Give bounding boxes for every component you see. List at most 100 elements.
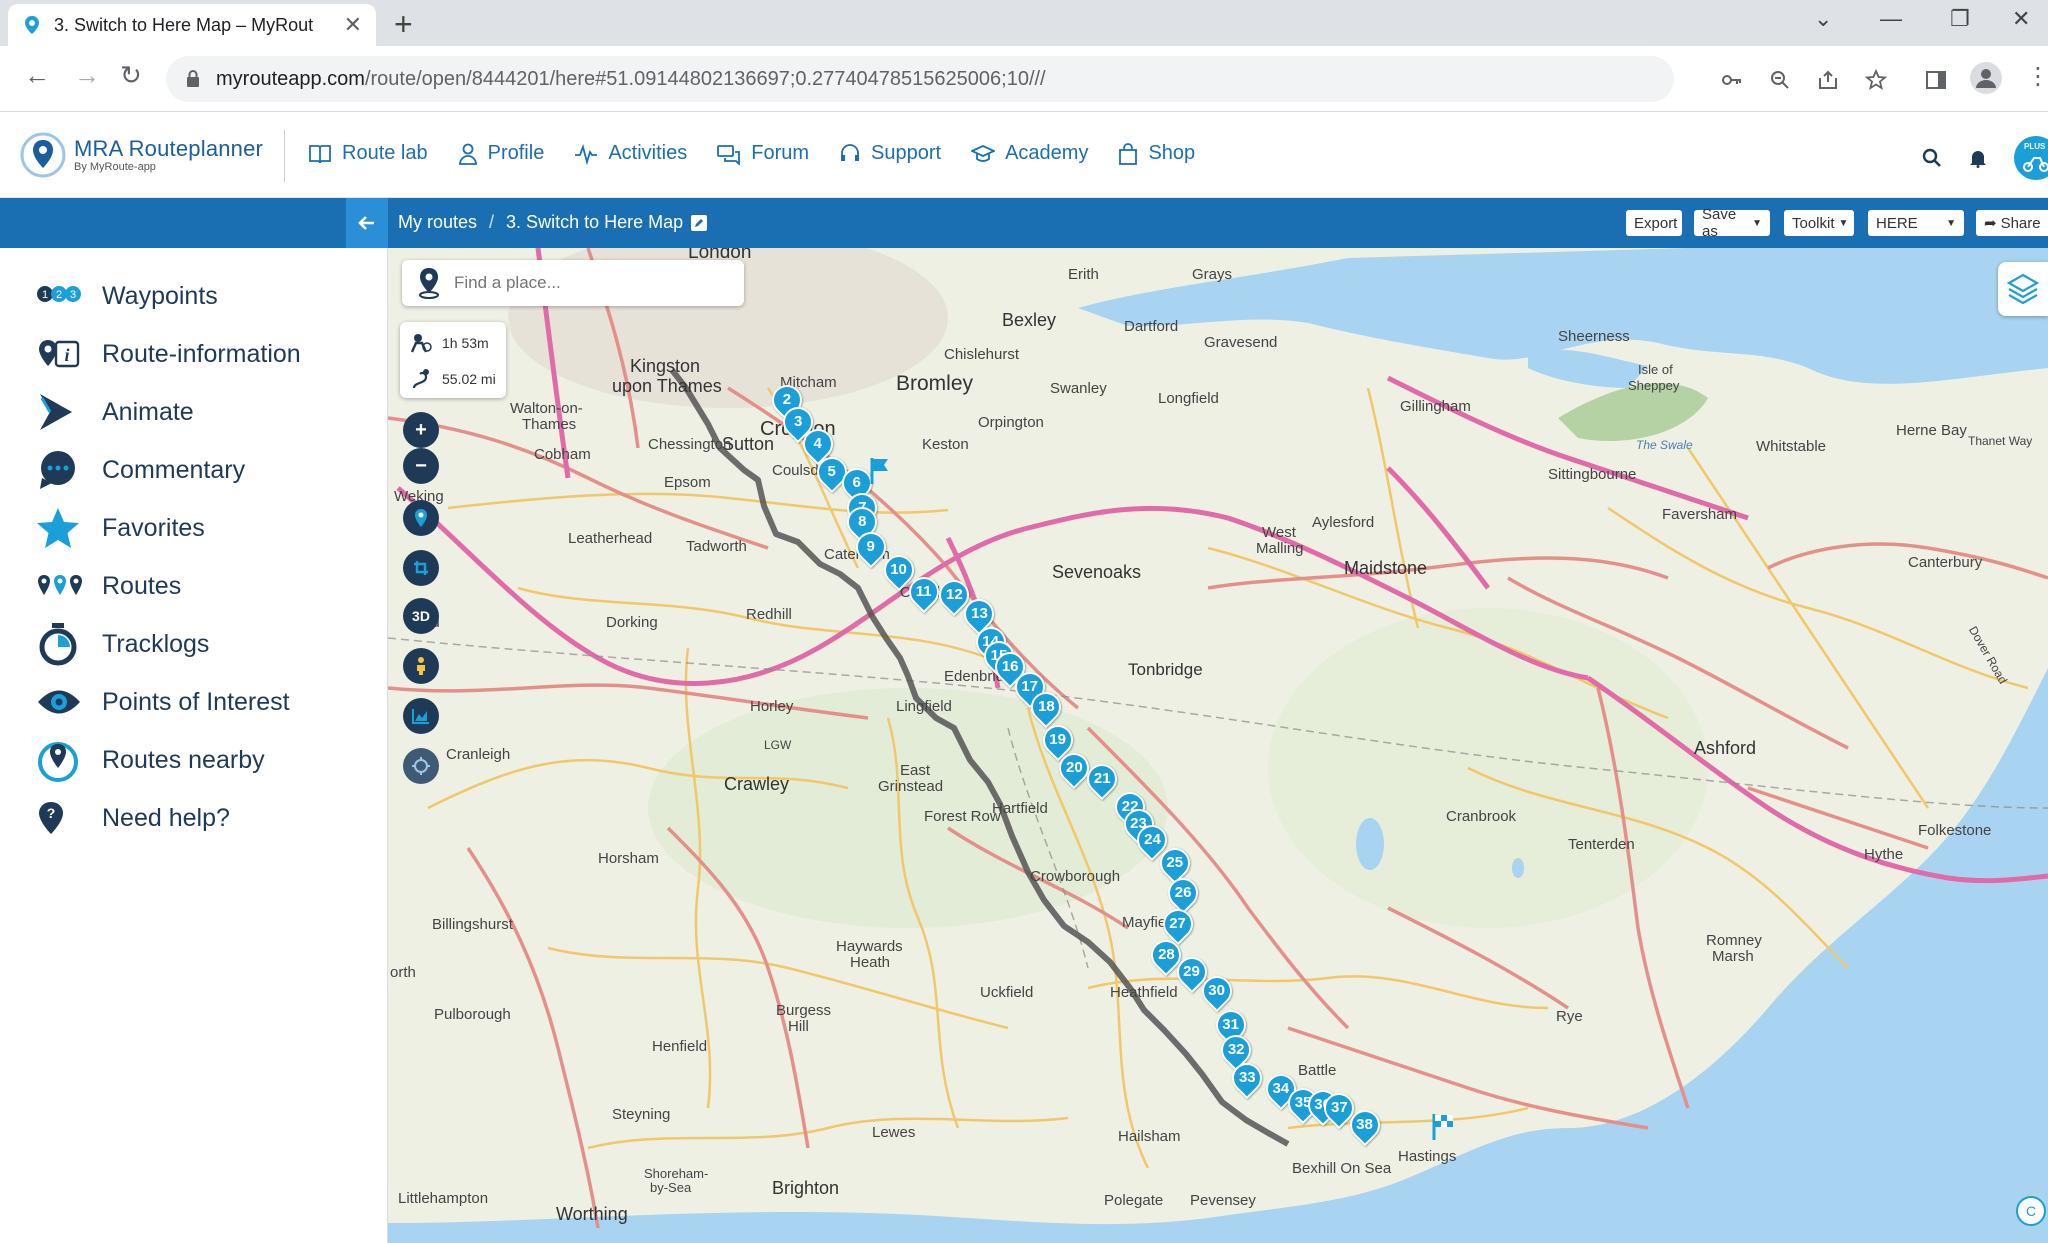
- place-label: Cranleigh: [446, 746, 511, 763]
- profile-avatar-icon[interactable]: [1970, 62, 2002, 94]
- waypoint-number: 21: [1093, 770, 1111, 788]
- place-label: Redhill: [746, 606, 792, 623]
- nav-academy[interactable]: Academy: [971, 142, 1088, 165]
- 3d-view-button[interactable]: 3D: [403, 598, 439, 634]
- map-layers-button[interactable]: [1998, 262, 2048, 316]
- place-label: Thames: [522, 416, 577, 433]
- help-icon: ?: [39, 802, 63, 834]
- locate-me-button[interactable]: [403, 748, 439, 784]
- forward-icon[interactable]: →: [74, 60, 100, 91]
- browser-menu-icon[interactable]: ⋮: [2026, 62, 2048, 91]
- place-label: Henfield: [652, 1038, 708, 1055]
- nav-forum[interactable]: Forum: [717, 142, 809, 165]
- tab-title: 3. Switch to Here Map – MyRout: [54, 14, 314, 35]
- export-button[interactable]: Export: [1626, 210, 1682, 236]
- sidebar-item-routes[interactable]: Routes: [36, 566, 181, 606]
- finish-flag-icon[interactable]: [1432, 1112, 1456, 1142]
- nav-route-lab[interactable]: Route lab: [308, 142, 428, 165]
- map-provider-select[interactable]: HERE ▼: [1868, 210, 1964, 236]
- bell-icon[interactable]: [1968, 148, 1988, 168]
- browser-tab[interactable]: 3. Switch to Here Map – MyRout ✕: [8, 4, 376, 46]
- restore-icon[interactable]: ❐: [1950, 6, 1970, 32]
- zoom-in-button[interactable]: +: [403, 412, 439, 448]
- sidebar-item-routes-nearby[interactable]: Routes nearby: [36, 740, 265, 782]
- add-location-button[interactable]: [403, 500, 439, 536]
- address-bar[interactable]: myrouteapp.com/route/open/8444201/here#5…: [166, 56, 1674, 102]
- waypoint-number: 32: [1227, 1040, 1245, 1058]
- zoom-out-button[interactable]: −: [403, 448, 439, 484]
- new-tab-icon[interactable]: +: [394, 6, 413, 43]
- share-page-icon[interactable]: [1816, 68, 1840, 92]
- mra-logo[interactable]: MRA Routeplanner By MyRoute-app: [20, 132, 270, 178]
- tab-search-icon[interactable]: ⌄: [1814, 6, 1832, 32]
- search-icon[interactable]: [1922, 148, 1942, 168]
- route-stats: 1h 53m 55.02 mi: [400, 322, 506, 398]
- breadcrumb: My routes / 3. Switch to Here Map: [398, 212, 708, 233]
- waypoint-marker[interactable]: 30: [1195, 969, 1238, 1014]
- close-window-icon[interactable]: ✕: [2012, 6, 2030, 32]
- waypoint-marker[interactable]: 21: [1081, 757, 1124, 802]
- header-actions: PLUS: [1922, 136, 2048, 180]
- save-as-button[interactable]: Save as ▼: [1694, 206, 1770, 240]
- sidebar-item-favorites[interactable]: Favorites: [36, 508, 205, 548]
- place-label: Tadworth: [686, 538, 747, 555]
- app-header: MRA Routeplanner By MyRoute-app Route la…: [0, 112, 2048, 198]
- waypoint-marker[interactable]: 9: [849, 526, 892, 570]
- sidebar-item-points-of-interest[interactable]: Points of Interest: [36, 682, 290, 722]
- person-pin-icon: [417, 657, 425, 675]
- crop-tool-button[interactable]: [403, 550, 439, 586]
- svg-text:C: C: [2026, 1203, 2036, 1219]
- waypoint-marker[interactable]: 11: [902, 570, 945, 615]
- url-text: myrouteapp.com/route/open/8444201/here#5…: [216, 67, 1046, 90]
- place-label: Forest Row: [924, 808, 1001, 825]
- nav-shop[interactable]: Shop: [1118, 142, 1195, 165]
- avatar[interactable]: PLUS: [2014, 136, 2048, 180]
- sidebar-item-tracklogs[interactable]: Tracklogs: [36, 623, 209, 666]
- place-label: Dartford: [1124, 318, 1179, 335]
- main-nav: Route lab Profile Activities Forum Suppo…: [308, 142, 1225, 165]
- edit-name-icon[interactable]: [691, 214, 708, 231]
- toolkit-button[interactable]: Toolkit ▼: [1784, 210, 1854, 236]
- place-label: Hastings: [1398, 1148, 1457, 1165]
- sidebar-item-route-information[interactable]: i Route-information: [36, 334, 301, 374]
- waypoint-marker[interactable]: 38: [1343, 1103, 1386, 1148]
- feedback-icon[interactable]: C: [2016, 1196, 2046, 1226]
- headset-icon: [841, 143, 860, 161]
- elevation-profile-button[interactable]: [403, 698, 439, 734]
- place-label: Dorking: [606, 614, 658, 631]
- waypoint-number: 8: [858, 513, 867, 531]
- waypoint-number: 9: [866, 538, 875, 556]
- start-flag-icon[interactable]: [870, 456, 892, 486]
- side-panel-icon[interactable]: [1924, 68, 1948, 92]
- reload-icon[interactable]: ↻: [120, 60, 142, 91]
- collapse-sidebar-button[interactable]: [346, 198, 388, 248]
- sidebar-item-commentary[interactable]: Commentary: [36, 450, 245, 490]
- sidebar-item-waypoints[interactable]: 123 Waypoints: [36, 276, 218, 316]
- nav-support[interactable]: Support: [839, 142, 941, 165]
- waypoint-number: 20: [1065, 758, 1083, 776]
- person-icon: [458, 143, 477, 165]
- nav-activities[interactable]: Activities: [574, 142, 687, 165]
- place-label: Walton-on-: [510, 400, 583, 417]
- sidebar-item-animate[interactable]: Animate: [36, 392, 194, 432]
- minimize-icon[interactable]: —: [1880, 6, 1902, 32]
- street-view-button[interactable]: [403, 648, 439, 684]
- key-icon[interactable]: [1720, 68, 1744, 92]
- waypoint-marker[interactable]: 20: [1053, 746, 1096, 791]
- waypoint-marker[interactable]: 33: [1226, 1056, 1269, 1101]
- place-label: Kingston: [630, 356, 701, 376]
- bookmark-star-icon[interactable]: [1864, 68, 1888, 92]
- route-distance-icon: [412, 369, 429, 389]
- share-button[interactable]: ➦ Share: [1976, 210, 2048, 236]
- breadcrumb-my-routes[interactable]: My routes: [398, 212, 477, 233]
- zoom-out-icon[interactable]: [1768, 68, 1792, 92]
- search-input[interactable]: [454, 273, 724, 293]
- tab-close-icon[interactable]: ✕: [344, 12, 362, 38]
- sidebar-item-need-help[interactable]: ? Need help?: [36, 798, 230, 838]
- map-canvas[interactable]: London Erith Grays Bexley Dartford Grave…: [388, 248, 2048, 1243]
- nav-profile[interactable]: Profile: [458, 142, 544, 165]
- place-label: Swanley: [1050, 380, 1107, 397]
- place-search: [402, 260, 744, 306]
- back-icon[interactable]: ←: [24, 60, 50, 91]
- place-label: Romney: [1706, 932, 1762, 949]
